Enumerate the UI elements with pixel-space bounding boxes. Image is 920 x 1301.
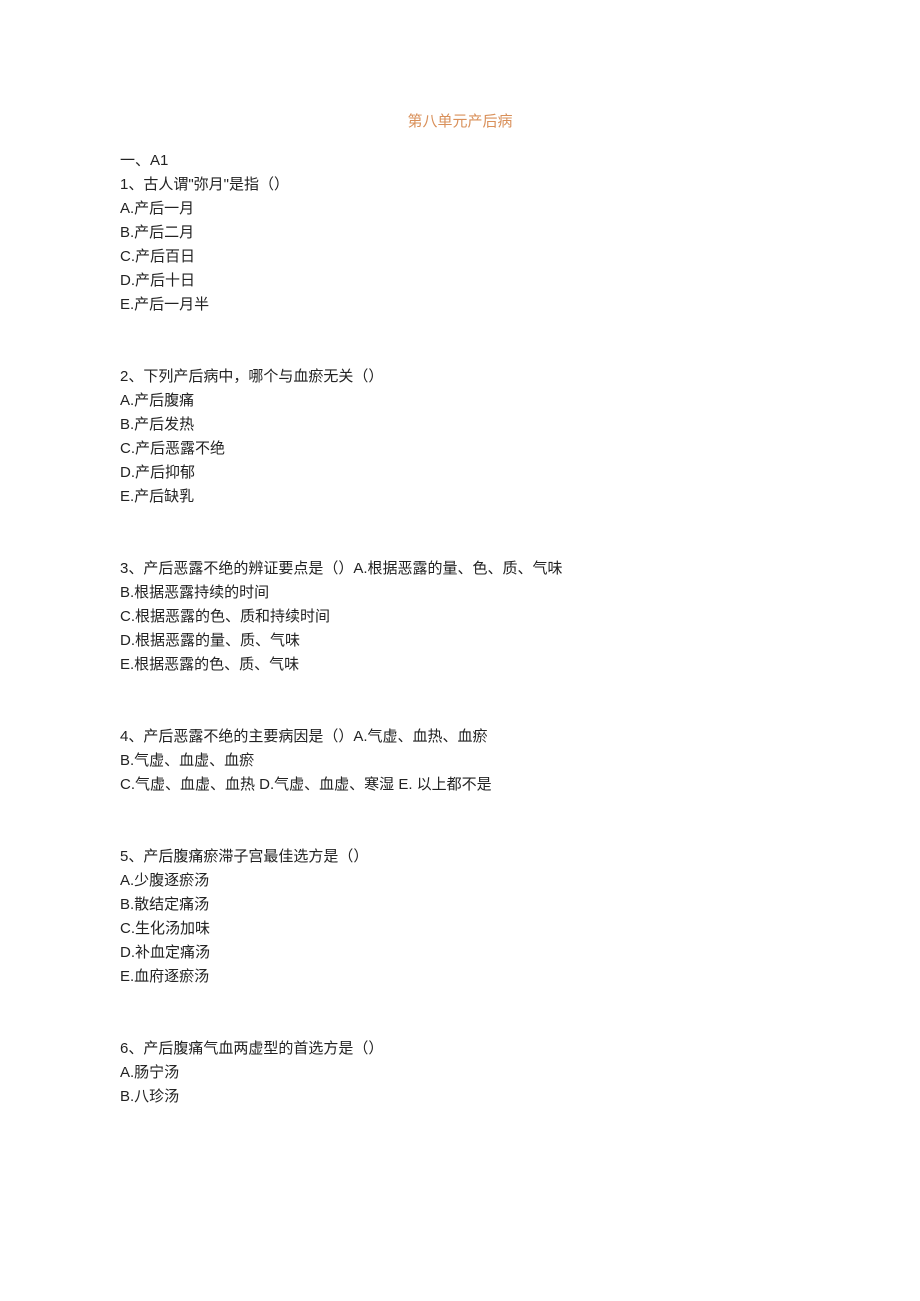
question-block-5: 5、产后腹痛瘀滞子宫最佳选方是（） A.少腹逐瘀汤 B.散结定痛汤 C.生化汤加… [120, 845, 800, 989]
question-option: C.根据恶露的色、质和持续时间 [120, 605, 800, 629]
question-option: B.产后发热 [120, 413, 800, 437]
question-option: D.补血定痛汤 [120, 941, 800, 965]
question-option: B.气虚、血虚、血瘀 [120, 749, 800, 773]
question-option: E.产后一月半 [120, 293, 800, 317]
question-stem: 4、产后恶露不绝的主要病因是（）A.气虚、血热、血瘀 [120, 725, 800, 749]
question-option: A.肠宁汤 [120, 1061, 800, 1085]
question-stem: 5、产后腹痛瘀滞子宫最佳选方是（） [120, 845, 800, 869]
document-title: 第八单元产后病 [120, 110, 800, 131]
question-option: B.产后二月 [120, 221, 800, 245]
question-block-3: 3、产后恶露不绝的辨证要点是（）A.根据恶露的量、色、质、气味 B.根据恶露持续… [120, 557, 800, 677]
question-option: E.产后缺乳 [120, 485, 800, 509]
question-option: B.散结定痛汤 [120, 893, 800, 917]
question-stem: 2、下列产后病中，哪个与血瘀无关（） [120, 365, 800, 389]
question-option: E.血府逐瘀汤 [120, 965, 800, 989]
question-option: C.气虚、血虚、血热 D.气虚、血虚、寒湿 E. 以上都不是 [120, 773, 800, 797]
question-option: C.生化汤加味 [120, 917, 800, 941]
question-option: B.根据恶露持续的时间 [120, 581, 800, 605]
question-option: A.产后腹痛 [120, 389, 800, 413]
section-header: 一、A1 [120, 149, 800, 173]
question-option: A.少腹逐瘀汤 [120, 869, 800, 893]
document-page: 第八单元产后病 一、A1 1、古人谓"弥月"是指（） A.产后一月 B.产后二月… [0, 0, 920, 1189]
question-stem: 1、古人谓"弥月"是指（） [120, 173, 800, 197]
question-option: D.根据恶露的量、质、气味 [120, 629, 800, 653]
question-option: D.产后十日 [120, 269, 800, 293]
question-option: B.八珍汤 [120, 1085, 800, 1109]
question-stem: 6、产后腹痛气血两虚型的首选方是（） [120, 1037, 800, 1061]
question-option: A.产后一月 [120, 197, 800, 221]
question-stem: 3、产后恶露不绝的辨证要点是（）A.根据恶露的量、色、质、气味 [120, 557, 800, 581]
question-block-6: 6、产后腹痛气血两虚型的首选方是（） A.肠宁汤 B.八珍汤 [120, 1037, 800, 1109]
question-option: C.产后百日 [120, 245, 800, 269]
question-block-2: 2、下列产后病中，哪个与血瘀无关（） A.产后腹痛 B.产后发热 C.产后恶露不… [120, 365, 800, 509]
question-block-4: 4、产后恶露不绝的主要病因是（）A.气虚、血热、血瘀 B.气虚、血虚、血瘀 C.… [120, 725, 800, 797]
question-option: E.根据恶露的色、质、气味 [120, 653, 800, 677]
question-option: C.产后恶露不绝 [120, 437, 800, 461]
question-block-1: 一、A1 1、古人谓"弥月"是指（） A.产后一月 B.产后二月 C.产后百日 … [120, 149, 800, 317]
question-option: D.产后抑郁 [120, 461, 800, 485]
